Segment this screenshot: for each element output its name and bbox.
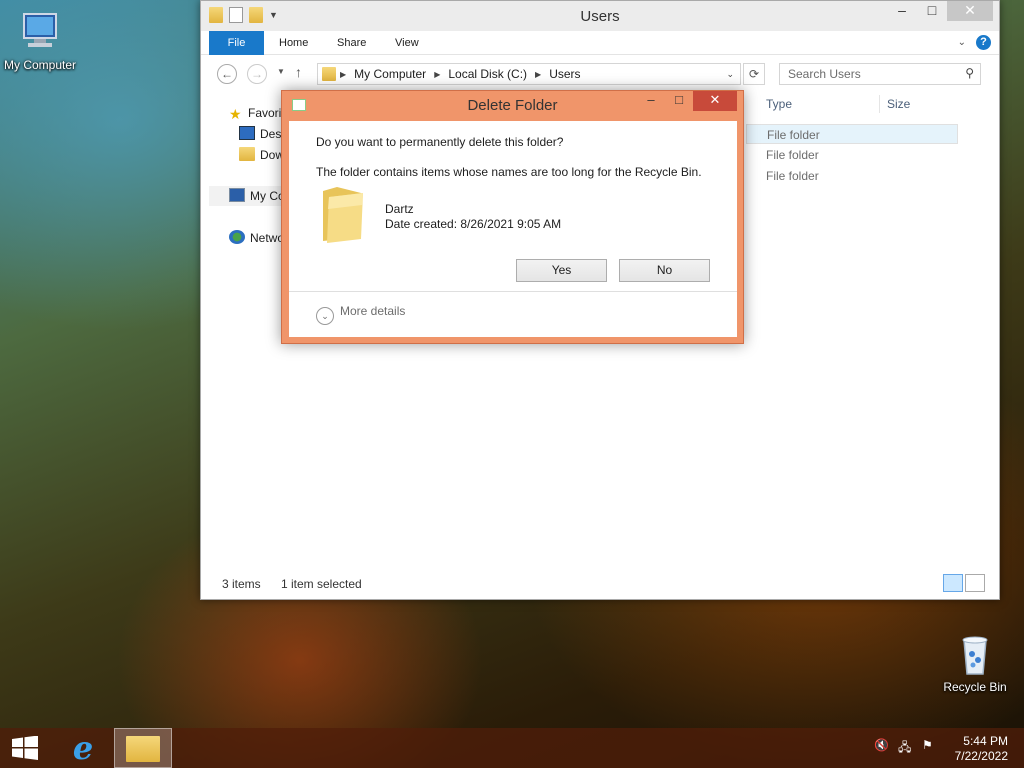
- column-header-size[interactable]: Size: [887, 97, 910, 111]
- computer-icon: [16, 8, 64, 56]
- large-icons-view-icon[interactable]: [965, 574, 985, 592]
- table-row[interactable]: File folder: [746, 124, 958, 144]
- breadcrumb-separator-icon[interactable]: ▶: [535, 70, 541, 79]
- dialog-body: Do you want to permanently delete this f…: [289, 121, 737, 337]
- action-center-icon[interactable]: ⚑: [922, 738, 933, 752]
- search-placeholder: Search Users: [788, 67, 861, 81]
- folder-icon: [322, 67, 336, 81]
- dialog-close-button[interactable]: ✕: [693, 91, 737, 111]
- up-button[interactable]: ↑: [295, 64, 302, 80]
- delete-folder-dialog: Delete Folder – □ ✕ Do you want to perma…: [281, 90, 744, 344]
- tab-home[interactable]: Home: [265, 31, 322, 55]
- title-bar[interactable]: ▼ Users – □ ✕: [201, 1, 999, 31]
- cell-type: File folder: [766, 169, 819, 183]
- window-controls: – □ ✕: [887, 1, 993, 21]
- breadcrumb-local-disk[interactable]: Local Disk (C:): [448, 67, 527, 81]
- file-explorer-taskbar-button[interactable]: [114, 728, 172, 768]
- breadcrumb-separator-icon[interactable]: ▶: [434, 70, 440, 79]
- nav-item-my-computer[interactable]: My Computer: [209, 186, 291, 206]
- table-row[interactable]: File folder: [746, 145, 958, 165]
- clock-date: 7/22/2022: [954, 749, 1008, 763]
- desktop-icon-label: My Computer: [3, 58, 77, 72]
- folder-date-created: Date created: 8/26/2021 9:05 AM: [385, 217, 562, 231]
- desktop-icon-my-computer[interactable]: My Computer: [0, 8, 80, 72]
- breadcrumb-my-computer[interactable]: My Computer: [354, 67, 426, 81]
- internet-explorer-icon: e: [72, 729, 94, 767]
- dialog-footer: ⌄ More details: [289, 291, 737, 337]
- address-bar[interactable]: ▶ My Computer ▶ Local Disk (C:) ▶ Users …: [317, 63, 741, 85]
- back-button[interactable]: ←: [217, 64, 237, 84]
- window-title: Users: [580, 8, 620, 25]
- recycle-bin-icon: [951, 630, 999, 678]
- star-icon: ★: [229, 106, 242, 122]
- dialog-maximize-button[interactable]: □: [665, 91, 693, 111]
- maximize-button[interactable]: □: [917, 1, 947, 21]
- view-switcher: [943, 574, 985, 592]
- taskbar: e 🔇 🖧 ⚑ 5:44 PM 7/22/2022: [0, 728, 1024, 768]
- recent-locations-icon[interactable]: ▼: [277, 67, 285, 76]
- folder-icon: [321, 185, 365, 243]
- desktop-icon-label: Recycle Bin: [943, 680, 1007, 694]
- refresh-button[interactable]: ⟳: [743, 63, 765, 85]
- expand-ribbon-icon[interactable]: ⌄: [958, 37, 966, 48]
- nav-item-network[interactable]: Network: [229, 228, 289, 248]
- yes-button[interactable]: Yes: [516, 259, 607, 282]
- no-button[interactable]: No: [619, 259, 710, 282]
- more-details-label: More details: [340, 304, 406, 318]
- column-divider[interactable]: [879, 95, 880, 113]
- tab-view[interactable]: View: [381, 31, 433, 55]
- network-tray-icon[interactable]: 🖧: [898, 738, 911, 759]
- search-input[interactable]: Search Users ⚲: [779, 63, 981, 85]
- tab-share[interactable]: Share: [323, 31, 380, 55]
- cell-type: File folder: [767, 128, 820, 142]
- nav-item-favorites[interactable]: ★Favorites: [229, 103, 289, 123]
- start-button[interactable]: [6, 728, 46, 768]
- internet-explorer-taskbar-button[interactable]: e: [60, 728, 106, 768]
- address-dropdown-icon[interactable]: ⌄: [726, 69, 734, 80]
- computer-icon: [229, 188, 245, 202]
- clock[interactable]: 5:44 PM 7/22/2022: [955, 734, 1008, 764]
- desktop-icon: [239, 126, 255, 140]
- clock-time: 5:44 PM: [963, 734, 1008, 748]
- dialog-question: Do you want to permanently delete this f…: [316, 135, 564, 149]
- desktop-icon-recycle-bin[interactable]: Recycle Bin: [935, 630, 1015, 694]
- dialog-info: The folder contains items whose names ar…: [316, 165, 702, 179]
- navigation-bar: ← → ▼ ↑ ▶ My Computer ▶ Local Disk (C:) …: [201, 55, 999, 93]
- cell-type: File folder: [766, 148, 819, 162]
- table-row[interactable]: File folder: [746, 166, 958, 186]
- status-bar: 3 items 1 item selected: [201, 569, 999, 599]
- dialog-window-controls: – □ ✕: [637, 91, 737, 111]
- minimize-button[interactable]: –: [887, 1, 917, 21]
- folder-name: Dartz: [385, 202, 414, 216]
- details-view-icon[interactable]: [943, 574, 963, 592]
- forward-button[interactable]: →: [247, 64, 267, 84]
- ribbon: File Home Share View ⌄ ?: [201, 31, 999, 55]
- breadcrumb-users[interactable]: Users: [549, 67, 580, 81]
- downloads-icon: [239, 147, 255, 161]
- file-explorer-icon: [126, 736, 160, 762]
- help-icon[interactable]: ?: [976, 35, 991, 50]
- item-count: 3 items: [222, 577, 261, 591]
- column-header-type[interactable]: Type: [766, 97, 792, 111]
- close-button[interactable]: ✕: [947, 1, 993, 21]
- more-details-toggle[interactable]: ⌄ More details: [316, 304, 405, 325]
- navigation-pane: ★Favorites Desktop Downloads My Computer…: [201, 93, 291, 563]
- volume-muted-icon[interactable]: 🔇: [874, 738, 889, 752]
- dialog-minimize-button[interactable]: –: [637, 91, 665, 111]
- windows-logo-icon: [12, 735, 38, 760]
- network-icon: [229, 230, 245, 244]
- breadcrumb-separator-icon[interactable]: ▶: [340, 70, 346, 79]
- chevron-down-icon: ⌄: [316, 307, 334, 325]
- selection-count: 1 item selected: [281, 577, 362, 591]
- search-icon: ⚲: [965, 66, 974, 80]
- tab-file[interactable]: File: [209, 31, 264, 55]
